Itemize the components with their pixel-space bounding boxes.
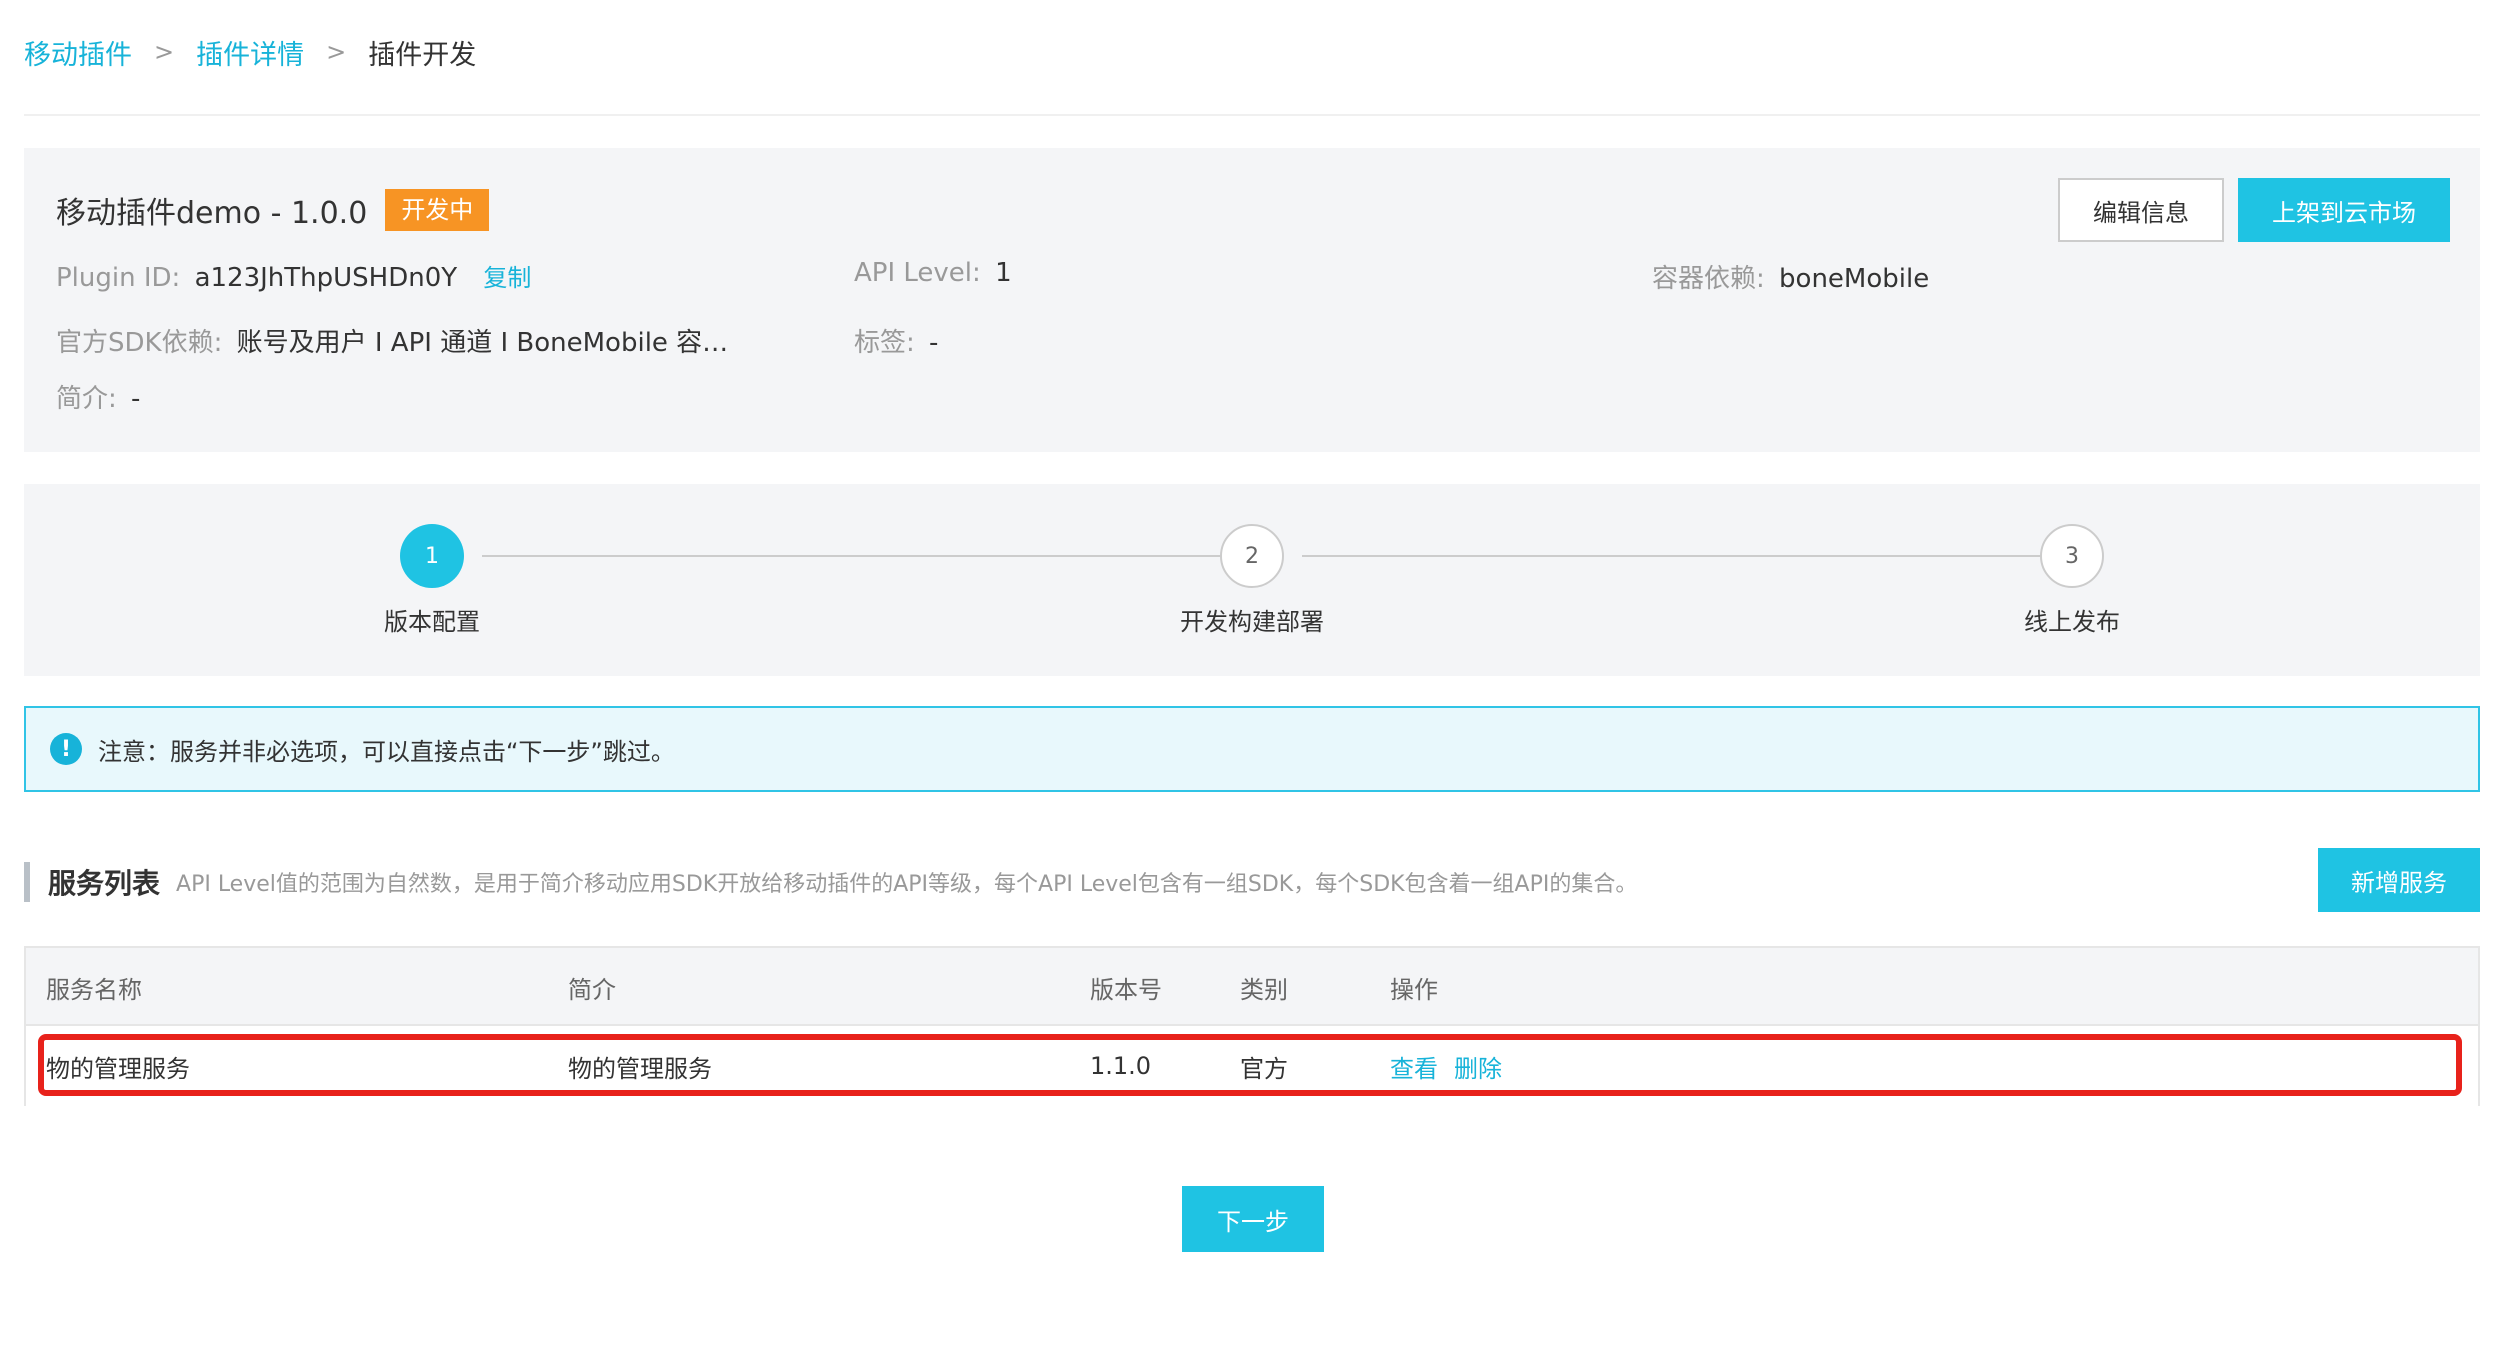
services-header: 服务列表 API Level值的范围为自然数，是用于简介移动应用SDK开放给移动… bbox=[24, 856, 1637, 908]
tag-label: 标签: bbox=[854, 328, 915, 358]
services-title: 服务列表 bbox=[48, 867, 161, 900]
plugin-id-row: Plugin ID: a123JhThpUSHDn0Y 复制 bbox=[56, 258, 531, 293]
chevron-right-icon: > bbox=[154, 38, 175, 66]
breadcrumb-link-plugin-details[interactable]: 插件详情 bbox=[196, 33, 304, 72]
sdk-row: 官方SDK依赖: 账号及用户 I API 通道 I BoneMobile 容… bbox=[56, 322, 728, 359]
step-online-release: 3 线上发布 bbox=[1922, 524, 2222, 637]
notice-banner: ! 注意：服务并非必选项，可以直接点击“下一步”跳过。 bbox=[24, 706, 2480, 792]
intro-label: 简介: bbox=[56, 384, 117, 414]
intro-row: 简介: - bbox=[56, 378, 140, 415]
api-level-row: API Level: 1 bbox=[854, 258, 1012, 288]
step-number: 2 bbox=[1220, 524, 1284, 588]
service-intro: 物的管理服务 bbox=[568, 1054, 712, 1083]
column-header-intro: 简介 bbox=[568, 975, 616, 1004]
service-actions: 查看 删除 bbox=[1390, 1026, 1518, 1106]
plugin-id-label: Plugin ID: bbox=[56, 263, 181, 293]
service-category: 官方 bbox=[1240, 1054, 1288, 1083]
plugin-title: 移动插件demo - 1.0.0 bbox=[56, 196, 368, 231]
table-header: 服务名称 简介 版本号 类别 操作 bbox=[26, 948, 2478, 1026]
services-description: API Level值的范围为自然数，是用于简介移动应用SDK开放给移动插件的AP… bbox=[176, 872, 1638, 897]
tag-value: - bbox=[929, 328, 939, 358]
step-version-config: 1 版本配置 bbox=[282, 524, 582, 637]
container-label: 容器依赖: bbox=[1652, 264, 1765, 294]
column-header-name: 服务名称 bbox=[46, 975, 142, 1004]
copy-link[interactable]: 复制 bbox=[483, 264, 531, 292]
divider bbox=[24, 114, 2480, 116]
service-name: 物的管理服务 bbox=[46, 1054, 190, 1083]
step-dev-build-deploy: 2 开发构建部署 bbox=[1102, 524, 1402, 637]
column-header-category: 类别 bbox=[1240, 975, 1288, 1004]
api-level-label: API Level: bbox=[854, 258, 981, 288]
plugin-title-row: 移动插件demo - 1.0.0 开发中 bbox=[56, 188, 490, 232]
next-step-button[interactable]: 下一步 bbox=[1182, 1186, 1324, 1252]
view-link[interactable]: 查看 bbox=[1390, 1049, 1438, 1084]
plugin-id-value: a123JhThpUSHDn0Y bbox=[194, 263, 458, 293]
services-table: 服务名称 简介 版本号 类别 操作 物的管理服务 物的管理服务 1.1.0 官方… bbox=[24, 946, 2480, 1106]
breadcrumb-link-mobile-plugins[interactable]: 移动插件 bbox=[24, 33, 132, 72]
status-badge: 开发中 bbox=[385, 189, 490, 231]
tag-row: 标签: - bbox=[854, 322, 938, 359]
container-row: 容器依赖: boneMobile bbox=[1652, 258, 1929, 295]
step-number: 3 bbox=[2040, 524, 2104, 588]
section-bar bbox=[24, 862, 30, 902]
edit-info-button[interactable]: 编辑信息 bbox=[2058, 178, 2224, 242]
step-number: 1 bbox=[400, 524, 464, 588]
steps-panel: 1 版本配置 2 开发构建部署 3 线上发布 bbox=[24, 484, 2480, 676]
service-version: 1.1.0 bbox=[1090, 1052, 1152, 1080]
notice-text: 注意：服务并非必选项，可以直接点击“下一步”跳过。 bbox=[98, 737, 675, 766]
column-header-actions: 操作 bbox=[1390, 975, 1438, 1004]
breadcrumb-current: 插件开发 bbox=[368, 39, 477, 71]
plugin-info-panel: 移动插件demo - 1.0.0 开发中 Plugin ID: a123JhTh… bbox=[24, 148, 2480, 452]
column-header-version: 版本号 bbox=[1090, 975, 1162, 1004]
step-label: 开发构建部署 bbox=[1180, 608, 1324, 636]
api-level-value: 1 bbox=[995, 258, 1012, 288]
chevron-right-icon: > bbox=[326, 38, 347, 66]
info-icon: ! bbox=[50, 733, 82, 765]
container-value: boneMobile bbox=[1779, 264, 1930, 294]
step-label: 版本配置 bbox=[384, 608, 480, 636]
step-label: 线上发布 bbox=[2024, 608, 2120, 636]
add-service-button[interactable]: 新增服务 bbox=[2318, 848, 2480, 912]
delete-link[interactable]: 删除 bbox=[1454, 1049, 1502, 1084]
table-row: 物的管理服务 物的管理服务 1.1.0 官方 查看 删除 bbox=[26, 1026, 2478, 1106]
breadcrumb: 移动插件 > 插件详情 > 插件开发 bbox=[24, 30, 476, 74]
publish-to-market-button[interactable]: 上架到云市场 bbox=[2238, 178, 2450, 242]
sdk-label: 官方SDK依赖: bbox=[56, 328, 223, 358]
intro-value: - bbox=[131, 384, 141, 414]
sdk-value: 账号及用户 I API 通道 I BoneMobile 容… bbox=[236, 328, 729, 358]
